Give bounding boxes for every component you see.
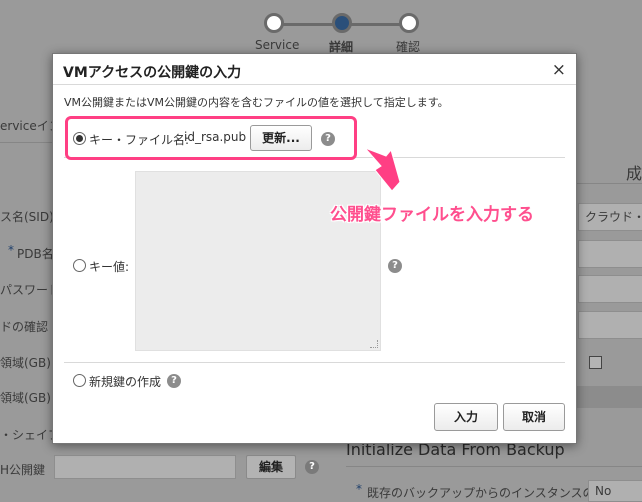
edit-button[interactable]: 編集 (246, 455, 296, 479)
dialog-title: VMアクセスの公開鍵の入力 (63, 65, 242, 81)
progress-step-service-label: Service (255, 38, 300, 52)
progress-step-detail-icon[interactable] (332, 13, 352, 33)
bg-label-sid: ス名(SID) (0, 210, 54, 224)
annotation-highlight-box (65, 116, 357, 160)
ok-button[interactable]: 入力 (434, 403, 498, 431)
bg-label-password-confirm: ドの確認 (0, 320, 49, 334)
bg-required-mark-2: * (356, 482, 362, 496)
bg-right-field-3[interactable] (578, 311, 642, 339)
close-icon[interactable]: × (552, 60, 566, 80)
bg-label-storage-1: 領域(GB) (0, 356, 51, 370)
bg-label-ssh-key: H公開鍵 (0, 463, 46, 477)
help-icon[interactable]: ? (388, 259, 402, 273)
annotation-text: 公開鍵ファイルを入力する (330, 205, 534, 225)
bg-divider (0, 142, 52, 143)
dialog-title-divider (53, 84, 576, 85)
radio-key-value[interactable] (73, 259, 86, 272)
progress-step-confirm-icon[interactable] (399, 13, 419, 33)
key-value-label: キー値: (89, 260, 130, 274)
dialog-description: VM公開鍵またはVM公開鍵の内容を含むファイルの値を選択して指定します。 (64, 96, 449, 109)
option-divider-2 (64, 362, 565, 363)
help-icon[interactable]: ? (167, 374, 181, 388)
bg-required-mark: * (8, 243, 14, 257)
new-key-label: 新規鍵の作成 (89, 375, 162, 389)
bg-cloud-storage-field[interactable]: クラウド・ス (578, 203, 642, 231)
bg-backup-select[interactable]: No (588, 480, 642, 502)
bg-label-password: パスワード (0, 283, 61, 297)
bg-ssh-key-field[interactable] (54, 455, 236, 479)
bg-right-field-2[interactable] (578, 275, 642, 303)
cancel-button[interactable]: 取消 (503, 403, 565, 431)
radio-new-key[interactable] (73, 374, 86, 387)
bg-right-title-line (575, 183, 642, 184)
bg-label-storage-2: 領域(GB) (0, 391, 51, 405)
help-icon[interactable]: ? (305, 460, 319, 474)
section-title-underline (346, 466, 642, 467)
bg-label-shape: ・シェイプ (0, 428, 61, 442)
bg-label-pdb: PDB名 (17, 247, 54, 261)
progress-step-service-icon[interactable] (264, 13, 284, 33)
resize-handle-icon[interactable] (370, 340, 378, 348)
bg-right-band (575, 386, 642, 408)
vm-public-key-dialog: VMアクセスの公開鍵の入力 × VM公開鍵またはVM公開鍵の内容を含むファイルの… (52, 53, 577, 444)
bg-right-field-1[interactable] (578, 240, 642, 268)
key-value-textarea[interactable] (135, 171, 381, 351)
bg-right-title: 成 (626, 164, 642, 183)
bg-label-backup-instance: 既存のバックアップからのインスタンスの (367, 486, 595, 500)
bg-checkbox[interactable] (589, 356, 602, 369)
